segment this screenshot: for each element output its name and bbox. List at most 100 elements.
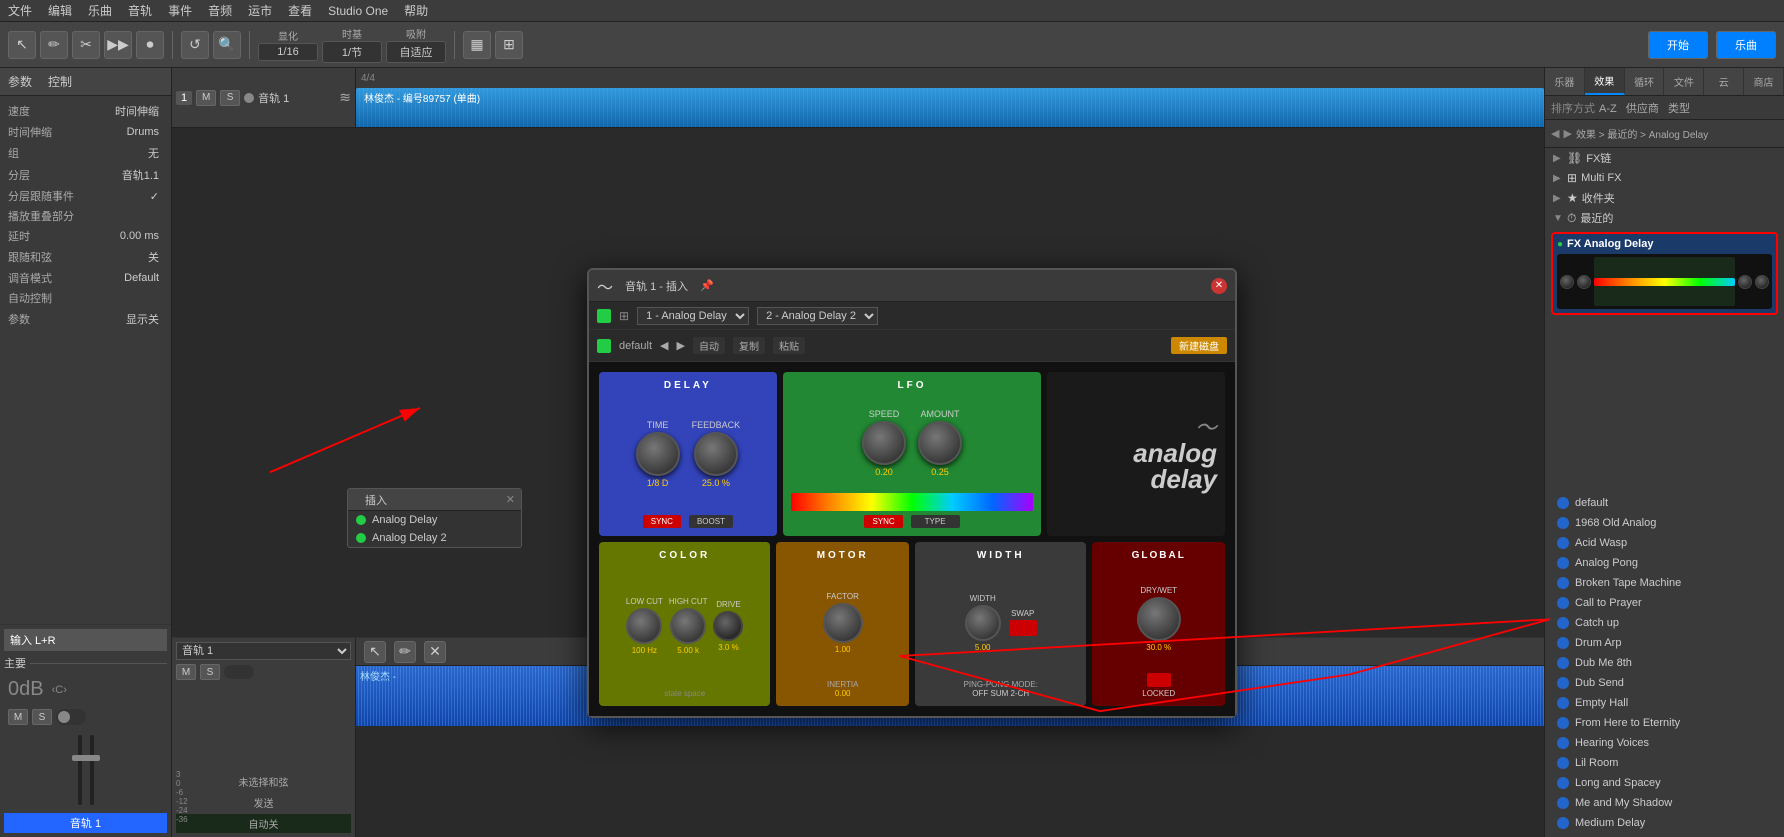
lower-select-btn[interactable]: ↖ [364, 641, 386, 663]
insert-item-1[interactable]: Analog Delay [348, 511, 521, 529]
preset-hearingvoices[interactable]: Hearing Voices [1545, 733, 1784, 753]
new-instance-btn[interactable]: 新建磁盘 [1171, 337, 1227, 354]
play-btn[interactable]: ▶▶ [104, 31, 132, 59]
fx-tree-multifx[interactable]: ▶ ⊞ Multi FX [1545, 168, 1784, 188]
sync-btn[interactable]: SYNC [643, 515, 681, 528]
insert-item-2[interactable]: Analog Delay 2 [348, 529, 521, 547]
preset-fromhereto[interactable]: From Here to Eternity [1545, 713, 1784, 733]
select-tool-btn[interactable]: ↖ [8, 31, 36, 59]
lower-toggle[interactable] [224, 665, 254, 679]
tab-store[interactable]: 商店 [1744, 68, 1784, 95]
fx-tree-favorites[interactable]: ▶ ★ 收件夹 [1545, 188, 1784, 208]
feedback-knob[interactable] [694, 432, 738, 476]
lfo-sync-btn[interactable]: SYNC [864, 515, 902, 528]
copy-btn[interactable]: 复制 [733, 337, 765, 354]
plugin-selector-1[interactable]: 1 - Analog Delay [637, 307, 749, 325]
fx-tree-recent[interactable]: ▼ ⏱ 最近的 [1545, 208, 1784, 228]
solo-btn[interactable]: S [220, 90, 240, 106]
menu-item-market[interactable]: 运市 [248, 2, 272, 19]
loop-btn[interactable]: ↺ [181, 31, 209, 59]
menu-item-edit[interactable]: 编辑 [48, 2, 72, 19]
lfo-amount-knob[interactable] [918, 421, 962, 465]
tempo-value[interactable]: 1/节 [322, 41, 382, 63]
preset-acidwasp[interactable]: Acid Wasp [1545, 533, 1784, 553]
plugin-on-btn[interactable] [597, 339, 611, 353]
preset-longspacey[interactable]: Long and Spacey [1545, 773, 1784, 793]
mute-btn-lower[interactable]: M [8, 709, 28, 725]
tab-files[interactable]: 文件 [1664, 68, 1704, 95]
tab-instruments[interactable]: 乐器 [1545, 68, 1585, 95]
start-btn[interactable]: 开始 [1648, 31, 1708, 59]
fx-tree-fxchain[interactable]: ▶ ⛓ FX链 [1545, 148, 1784, 168]
preset-emptyhall[interactable]: Empty Hall [1545, 693, 1784, 713]
tab-cloud[interactable]: 云 [1704, 68, 1744, 95]
preset-brokentape[interactable]: Broken Tape Machine [1545, 573, 1784, 593]
preset-analogpong[interactable]: Analog Pong [1545, 553, 1784, 573]
lfo-speed-knob[interactable] [862, 421, 906, 465]
snap-value[interactable]: 自适应 [386, 41, 446, 63]
plugin-insert-label: 音轨 1 - 插入 [625, 278, 688, 294]
plugin-selector-2[interactable]: 2 - Analog Delay 2 [757, 307, 878, 325]
width-knob[interactable] [965, 605, 1001, 641]
toggle-lower[interactable] [56, 709, 86, 725]
lower-erase-btn[interactable]: ✕ [424, 641, 446, 663]
nav-back-btn[interactable]: ◀ [1551, 127, 1559, 140]
insert-close-btn[interactable]: ✕ [506, 493, 515, 506]
menu-item-event[interactable]: 事件 [168, 2, 192, 19]
preset-calltoprayer[interactable]: Call to Prayer [1545, 593, 1784, 613]
mute-btn[interactable]: M [196, 90, 216, 106]
plugin-close-btn[interactable]: ✕ [1211, 278, 1227, 294]
lower-mute-btn[interactable]: M [176, 664, 196, 680]
erase-tool-btn[interactable]: ✂ [72, 31, 100, 59]
lowcut-knob[interactable] [626, 608, 662, 644]
inspector-btn[interactable]: ⊞ [495, 31, 523, 59]
highcut-knob[interactable] [670, 608, 706, 644]
time-knob[interactable] [636, 432, 680, 476]
menu-item-studioone[interactable]: Studio One [328, 4, 388, 18]
fader-handle-2[interactable] [84, 755, 100, 761]
preset-1968[interactable]: 1968 Old Analog [1545, 513, 1784, 533]
preset-onefour[interactable]: One Four [1545, 833, 1784, 837]
pin-icon[interactable]: 📌 [700, 279, 714, 292]
plugin-power-btn[interactable] [597, 309, 611, 323]
prev-preset-btn[interactable]: ◀ [660, 339, 668, 352]
track-record-btn[interactable] [244, 93, 254, 103]
preset-dubsend[interactable]: Dub Send [1545, 673, 1784, 693]
fx-analog-delay-selected[interactable]: ● FX Analog Delay [1551, 232, 1778, 315]
tab-effects[interactable]: 效果 [1585, 68, 1625, 95]
preset-catchup[interactable]: Catch up [1545, 613, 1784, 633]
preset-myandshadow[interactable]: Me and My Shadow [1545, 793, 1784, 813]
preset-default[interactable]: default [1545, 493, 1784, 513]
record-btn[interactable]: ⏺ [136, 31, 164, 59]
lower-draw-btn[interactable]: ✏ [394, 641, 416, 663]
drive-knob[interactable] [713, 611, 743, 641]
lower-track-select[interactable]: 音轨 1 [176, 642, 351, 660]
solo-btn-lower[interactable]: S [32, 709, 52, 725]
menu-item-track[interactable]: 音轨 [128, 2, 152, 19]
menu-item-file[interactable]: 文件 [8, 2, 32, 19]
tab-loops[interactable]: 循环 [1625, 68, 1665, 95]
drywet-knob[interactable] [1137, 597, 1181, 641]
boost-btn[interactable]: BOOST [689, 515, 733, 528]
lfo-type-btn[interactable]: TYPE [911, 515, 960, 528]
menu-item-view[interactable]: 查看 [288, 2, 312, 19]
nav-forward-btn[interactable]: ▶ [1563, 127, 1571, 140]
preset-lilroom[interactable]: Lil Room [1545, 753, 1784, 773]
mixer-btn[interactable]: ▦ [463, 31, 491, 59]
expand-icon-multifx: ▶ [1553, 173, 1563, 184]
paste-btn[interactable]: 粘贴 [773, 337, 805, 354]
menu-item-song[interactable]: 乐曲 [88, 2, 112, 19]
menu-item-audio[interactable]: 音频 [208, 2, 232, 19]
factor-knob[interactable] [823, 603, 863, 643]
draw-tool-btn[interactable]: ✏ [40, 31, 68, 59]
menu-item-help[interactable]: 帮助 [404, 2, 428, 19]
lower-solo-btn[interactable]: S [200, 664, 220, 680]
zoom-btn[interactable]: 🔍 [213, 31, 241, 59]
next-preset-btn[interactable]: ▶ [677, 339, 685, 352]
swap-btn[interactable] [1009, 620, 1037, 636]
song-btn[interactable]: 乐曲 [1716, 31, 1776, 59]
preset-mediumdelay[interactable]: Medium Delay [1545, 813, 1784, 833]
preset-drumarp[interactable]: Drum Arp [1545, 633, 1784, 653]
quantize-value[interactable]: 1/16 [258, 43, 318, 61]
preset-dub8th[interactable]: Dub Me 8th [1545, 653, 1784, 673]
